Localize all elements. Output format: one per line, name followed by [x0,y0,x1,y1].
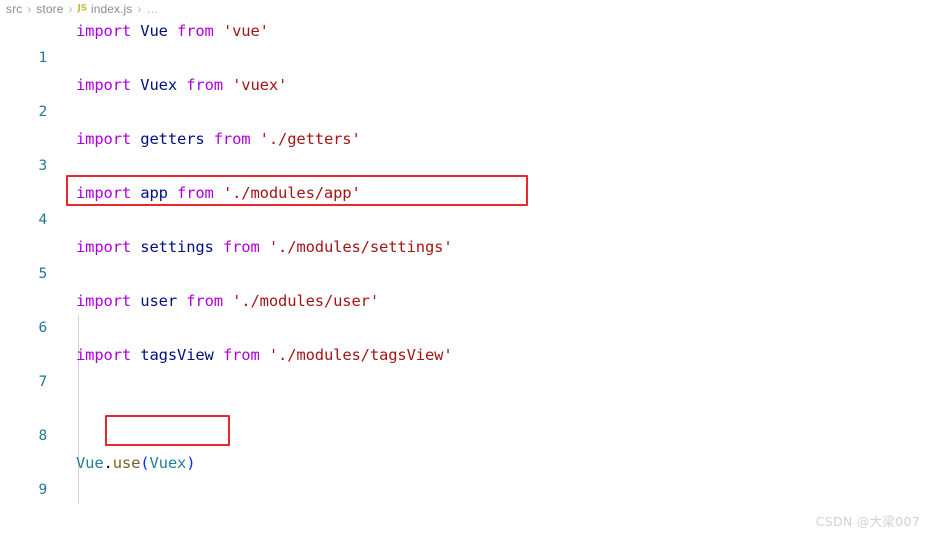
line-source[interactable]: import user from './modules/user' [76,288,379,315]
code-line: 7 import tagsView from './modules/tagsVi… [0,342,928,390]
line-source[interactable]: import tagsView from './modules/tagsView… [76,342,453,369]
line-source[interactable]: import Vuex from 'vuex' [76,72,287,99]
csdn-watermark: CSDN @大梁007 [815,514,920,529]
code-line: 1 import Vue from 'vue' [0,18,928,66]
line-number: 1 [38,50,47,66]
code-line: 8 [0,396,928,444]
breadcrumb-item-overflow[interactable]: … [146,2,159,16]
line-number: 3 [38,158,47,174]
line-source[interactable]: import app from './modules/app' [76,180,361,207]
breadcrumb-item-index-js[interactable]: index.js [91,2,133,16]
breadcrumb-separator-icon: › [27,2,32,16]
line-number: 4 [38,212,47,228]
breadcrumb-item-store[interactable]: store [36,2,63,16]
code-line: 5 import settings from './modules/settin… [0,234,928,282]
code-line: 4 import app from './modules/app' [0,180,928,228]
line-number: 10 [0,531,47,536]
line-source[interactable]: Vue.use(Vuex) [76,450,196,477]
line-source[interactable]: import Vue from 'vue' [76,18,269,45]
breadcrumb-separator-icon: › [68,2,73,16]
breadcrumb-item-src[interactable]: src [6,2,22,16]
line-number: 5 [38,266,47,282]
code-line: 3 import getters from './getters' [0,126,928,174]
breadcrumb-separator-icon: › [137,2,142,16]
line-number: 7 [38,374,47,390]
code-line: 6 import user from './modules/user' [0,288,928,336]
line-source[interactable]: import getters from './getters' [76,126,361,153]
line-number: 8 [38,428,47,444]
line-number: 2 [38,104,47,120]
line-source[interactable]: import settings from './modules/settings… [76,234,453,261]
line-number: 6 [38,320,47,336]
code-line: 2 import Vuex from 'vuex' [0,72,928,120]
js-file-icon: JS [77,3,87,14]
code-line: 9 Vue.use(Vuex) [0,450,928,498]
code-line: 10 [0,504,928,531]
code-editor-screenshot: src › store › JS index.js › … 1 import V… [0,0,928,536]
code-content[interactable]: 1 import Vue from 'vue' 2 import Vuex fr… [0,18,928,536]
line-number: 9 [38,482,47,498]
breadcrumb: src › store › JS index.js › … [0,0,159,18]
